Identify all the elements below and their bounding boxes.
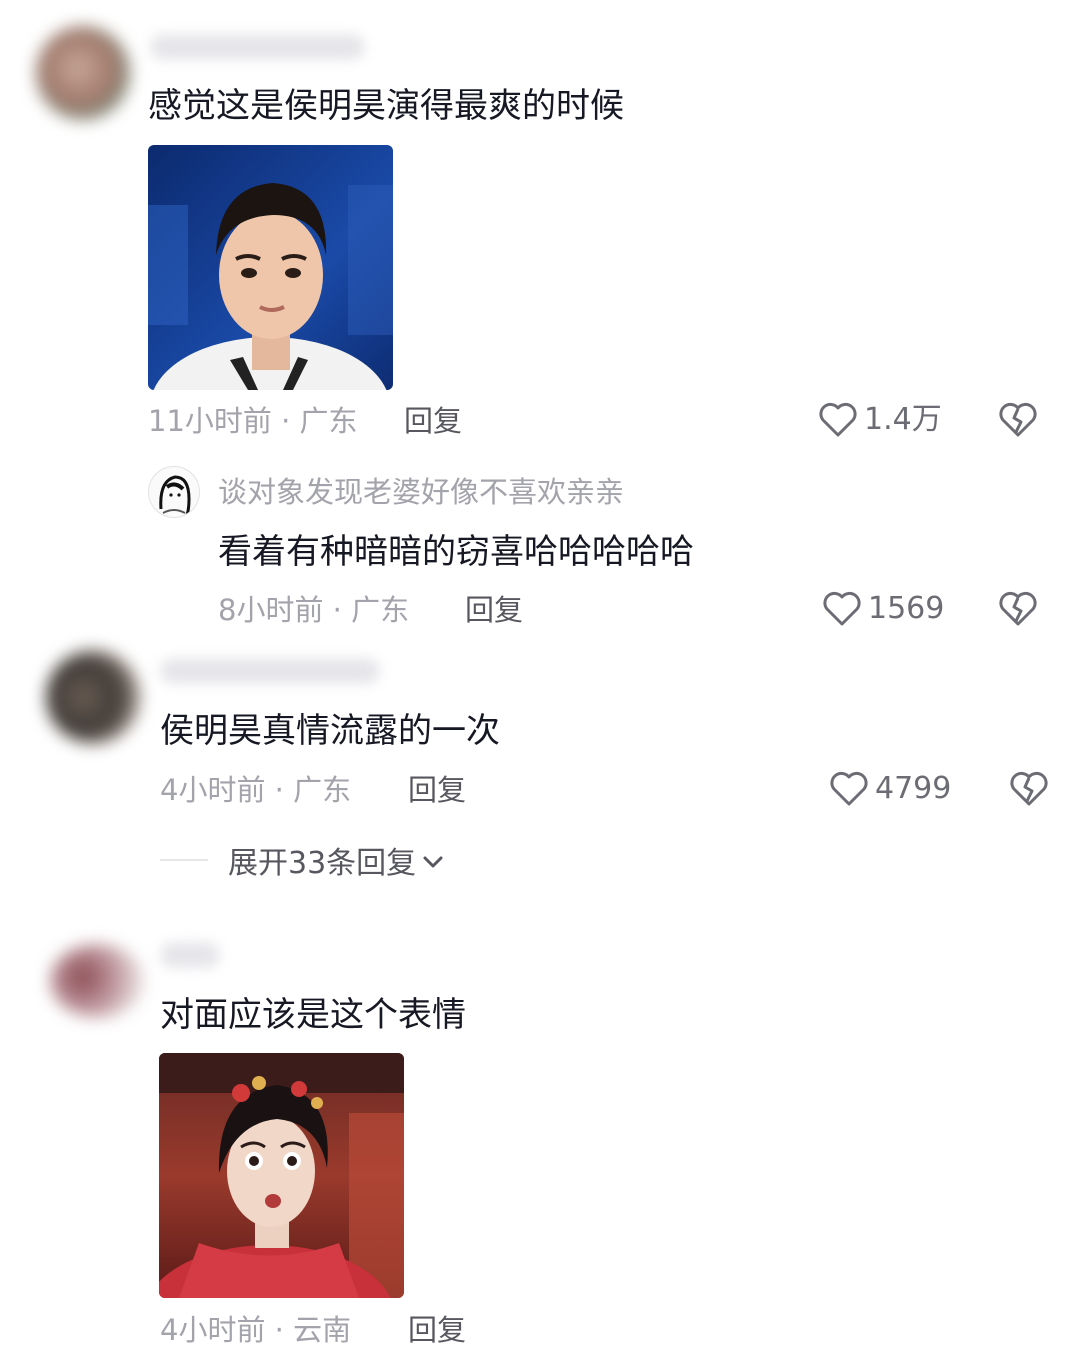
comment-meta: 4小时前 · 广东 — [160, 773, 352, 807]
reply-avatar[interactable] — [148, 466, 200, 518]
reply-button[interactable]: 回复 — [408, 1313, 466, 1347]
expand-replies-button[interactable]: 展开33条回复 — [160, 838, 444, 882]
reply-author[interactable]: 谈对象发现老婆好像不喜欢亲亲 — [218, 475, 624, 509]
comment-image[interactable] — [148, 145, 393, 390]
avatar-girl-sketch — [159, 475, 191, 516]
reply-button[interactable]: 回复 — [404, 404, 462, 438]
like-count: 4799 — [875, 771, 952, 806]
comment-text: 对面应该是这个表情 — [160, 995, 466, 1035]
like-count: 1.4万 — [864, 402, 942, 437]
heart-outline-icon — [829, 771, 869, 807]
avatar[interactable] — [46, 650, 140, 744]
heart-outline-icon — [818, 402, 858, 438]
comment-meta: 4小时前 · 云南 — [160, 1313, 352, 1347]
like-count: 1569 — [868, 591, 945, 626]
broken-heart-icon — [998, 402, 1038, 438]
avatar[interactable] — [36, 26, 130, 120]
dislike-button[interactable] — [998, 591, 1038, 627]
reply-text: 看着有种暗暗的窃喜哈哈哈哈哈 — [218, 532, 694, 572]
username-blurred[interactable] — [160, 658, 380, 684]
broken-heart-icon — [998, 591, 1038, 627]
expand-replies-label: 展开33条回复 — [228, 846, 417, 881]
photo-young-man-white-collar — [148, 145, 393, 390]
like-button[interactable]: 4799 — [829, 771, 951, 807]
chevron-down-icon — [422, 843, 444, 878]
username-blurred[interactable] — [160, 942, 220, 968]
heart-outline-icon — [822, 591, 862, 627]
dislike-button[interactable] — [998, 402, 1038, 438]
comment-text: 感觉这是侯明昊演得最爽的时候 — [148, 86, 624, 126]
avatar[interactable] — [50, 944, 144, 1018]
reply-button[interactable]: 回复 — [408, 773, 466, 807]
username-blurred[interactable] — [150, 34, 365, 60]
reply-meta: 8小时前 · 广东 — [218, 593, 410, 627]
broken-heart-icon — [1009, 771, 1049, 807]
photo-shocked-woman-costume — [159, 1053, 404, 1298]
reply-button[interactable]: 回复 — [465, 593, 523, 627]
like-button[interactable]: 1569 — [822, 591, 944, 627]
comment-meta: 11小时前 · 广东 — [148, 404, 358, 438]
divider-line — [160, 859, 208, 861]
dislike-button[interactable] — [1009, 771, 1049, 807]
like-button[interactable]: 1.4万 — [818, 402, 942, 438]
comment-image[interactable] — [159, 1053, 404, 1298]
comment-text: 侯明昊真情流露的一次 — [160, 711, 500, 751]
